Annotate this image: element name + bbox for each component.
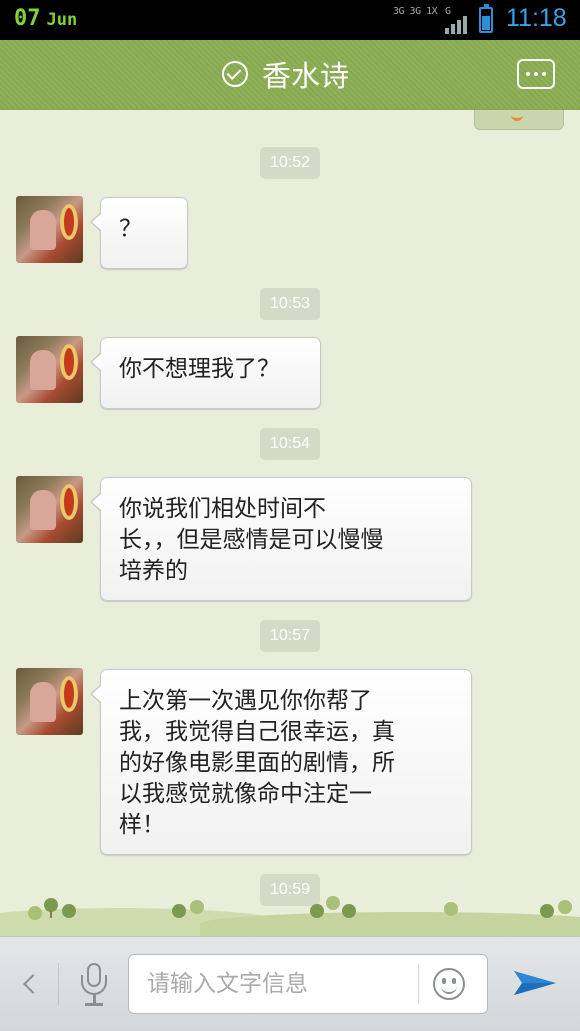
title-bar: 香水诗: [0, 40, 580, 116]
input-divider: [418, 964, 419, 1004]
status-bar: 07 Jun 3G 3G 1X G 11:18: [0, 0, 580, 40]
status-time: 11:18: [506, 4, 567, 32]
message-text-line: 样！: [119, 812, 165, 838]
message-timestamp: 10:52: [260, 147, 320, 179]
message-text-line: 上次第一次遇见你你帮了: [119, 688, 372, 714]
message-timestamp: 10:57: [260, 620, 320, 652]
avatar[interactable]: [16, 668, 83, 735]
avatar[interactable]: [16, 336, 83, 403]
microphone-icon[interactable]: [79, 963, 109, 1007]
more-dots-icon: [526, 72, 530, 76]
status-date-month: Jun: [46, 10, 78, 30]
status-date: 07 Jun: [14, 6, 77, 31]
divider: [58, 963, 59, 1005]
message-list[interactable]: 10:52 ？ 10:53 你不想理我了？ 10:54 你说我们相处时间不 长，…: [0, 110, 580, 936]
title-group: 香水诗: [222, 54, 349, 94]
input-bar: [0, 936, 580, 1031]
send-arrow-icon: [514, 971, 556, 995]
message-text-line: 培养的: [119, 558, 188, 584]
chat-title: 香水诗: [262, 59, 350, 93]
message-text: 你不想理我了？: [119, 356, 280, 382]
message-bubble[interactable]: ？: [90, 197, 188, 269]
message-text-line: 你说我们相处时间不: [119, 496, 326, 522]
check-circle-icon: [222, 61, 248, 87]
status-date-day: 07: [14, 6, 41, 31]
message-timestamp: 10:53: [260, 288, 320, 320]
smiley-icon[interactable]: [433, 968, 465, 1000]
message-timestamp: 10:54: [260, 428, 320, 460]
chevron-left-icon[interactable]: [20, 970, 36, 998]
avatar[interactable]: [16, 196, 83, 263]
send-button[interactable]: [512, 963, 558, 1003]
message-bubble[interactable]: 你说我们相处时间不 长，，但是感情是可以慢慢 培养的: [90, 477, 472, 601]
message-text: ？: [119, 216, 142, 242]
network-type-label: 3G 3G 1X: [393, 6, 438, 17]
landscape-decoration: [0, 888, 580, 936]
signal-icon: [445, 14, 469, 34]
message-text-line: 的好像电影里面的剧情，所: [119, 750, 395, 776]
message-text-line: 我，我觉得自己很幸运，真: [119, 719, 395, 745]
message-bubble[interactable]: 你不想理我了？: [90, 337, 321, 409]
message-bubble[interactable]: 上次第一次遇见你你帮了 我，我觉得自己很幸运，真 的好像电影里面的剧情，所 以我…: [90, 669, 472, 855]
avatar[interactable]: [16, 476, 83, 543]
more-options-button[interactable]: [517, 59, 555, 89]
network-indicator: 3G 3G 1X G: [393, 6, 471, 34]
message-text-line: 长，，但是感情是可以慢慢: [119, 527, 384, 553]
message-text-line: 以我感觉就像命中注定一: [119, 781, 372, 807]
battery-icon: [479, 4, 493, 33]
smiley-emoji-icon: [511, 115, 523, 121]
previous-message-bubble: [474, 110, 564, 130]
